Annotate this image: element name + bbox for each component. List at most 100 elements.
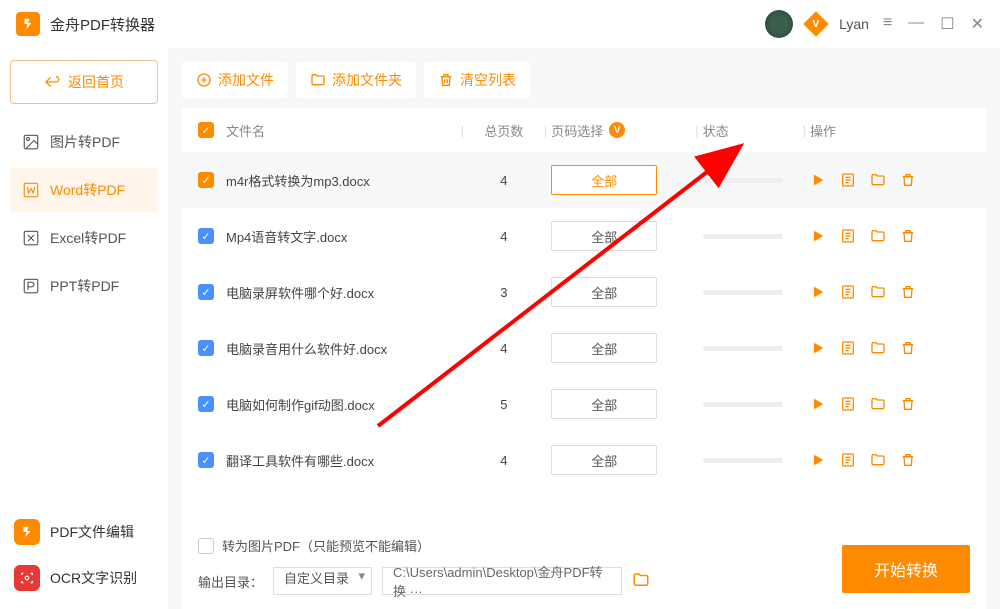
file-name: 翻译工具软件有哪些.docx [226, 451, 456, 470]
clear-list-button[interactable]: 清空列表 [424, 62, 530, 98]
progress-bar [703, 290, 783, 295]
image-icon [22, 133, 40, 151]
tool-label: OCR文字识别 [50, 568, 137, 588]
header-range: 页码选择V [551, 121, 691, 140]
delete-icon[interactable] [900, 228, 916, 244]
folder-row-icon[interactable] [870, 396, 886, 412]
tool-ocr[interactable]: OCR文字识别 [10, 559, 158, 597]
back-label: 返回首页 [68, 72, 124, 92]
file-name: 电脑如何制作gif动图.docx [226, 395, 456, 414]
play-icon[interactable] [810, 340, 826, 356]
nav-excel-to-pdf[interactable]: Excel转PDF [10, 216, 158, 260]
nav-label: 图片转PDF [50, 132, 120, 152]
nav-word-to-pdf[interactable]: Word转PDF [10, 168, 158, 212]
list-icon[interactable] [840, 396, 856, 412]
progress-bar [703, 346, 783, 351]
select-all-checkbox[interactable]: ✓ [198, 122, 214, 138]
row-checkbox[interactable]: ✓ [198, 284, 214, 300]
add-file-button[interactable]: 添加文件 [182, 62, 288, 98]
start-convert-button[interactable]: 开始转换 [842, 545, 970, 593]
row-actions [810, 340, 970, 356]
username: Lyan [839, 16, 869, 32]
page-range-button[interactable]: 全部 [551, 165, 657, 195]
nav-label: PPT转PDF [50, 276, 119, 296]
row-actions [810, 452, 970, 468]
folder-row-icon[interactable] [870, 452, 886, 468]
content: 添加文件 添加文件夹 清空列表 ✓ 文件名 | 总页数 | 页码选择V | 状态 [168, 48, 1000, 609]
progress-bar [703, 458, 783, 463]
progress-bar [703, 178, 783, 183]
row-checkbox[interactable]: ✓ [198, 452, 214, 468]
header-status: 状态 [703, 121, 799, 140]
play-icon[interactable] [810, 452, 826, 468]
nav-label: Word转PDF [50, 180, 125, 200]
nav-ppt-to-pdf[interactable]: PPT转PDF [10, 264, 158, 308]
row-checkbox[interactable]: ✓ [198, 172, 214, 188]
row-checkbox[interactable]: ✓ [198, 228, 214, 244]
file-name: 电脑录音用什么软件好.docx [226, 339, 456, 358]
row-checkbox[interactable]: ✓ [198, 396, 214, 412]
page-count: 4 [468, 453, 540, 468]
header-name: 文件名 [226, 121, 456, 140]
page-count: 4 [468, 173, 540, 188]
output-path-field[interactable]: C:\Users\admin\Desktop\金舟PDF转换 ··· [382, 567, 622, 595]
delete-icon[interactable] [900, 452, 916, 468]
vip-badge-icon: V [803, 11, 828, 36]
page-count: 4 [468, 229, 540, 244]
page-range-button[interactable]: 全部 [551, 445, 657, 475]
output-dir-label: 输出目录： [198, 572, 263, 591]
nav-image-to-pdf[interactable]: 图片转PDF [10, 120, 158, 164]
list-icon[interactable] [840, 172, 856, 188]
folder-row-icon[interactable] [870, 284, 886, 300]
list-icon[interactable] [840, 340, 856, 356]
minimize-icon[interactable]: — [908, 14, 924, 34]
folder-row-icon[interactable] [870, 172, 886, 188]
menu-icon[interactable]: ≡ [883, 14, 892, 34]
folder-row-icon[interactable] [870, 228, 886, 244]
header-pages: 总页数 [468, 121, 540, 140]
app-logo [16, 12, 40, 36]
add-file-label: 添加文件 [218, 70, 274, 90]
add-folder-label: 添加文件夹 [332, 70, 402, 90]
add-folder-button[interactable]: 添加文件夹 [296, 62, 416, 98]
list-icon[interactable] [840, 452, 856, 468]
list-icon[interactable] [840, 228, 856, 244]
table-row: ✓ m4r格式转换为mp3.docx | 4 | 全部 | | [182, 152, 986, 208]
tool-pdf-edit[interactable]: PDF文件编辑 [10, 513, 158, 551]
page-range-button[interactable]: 全部 [551, 389, 657, 419]
row-actions [810, 396, 970, 412]
play-icon[interactable] [810, 396, 826, 412]
close-icon[interactable]: ✕ [971, 14, 984, 34]
delete-icon[interactable] [900, 340, 916, 356]
play-icon[interactable] [810, 172, 826, 188]
table-row: ✓ 电脑如何制作gif动图.docx | 5 | 全部 | | [182, 376, 986, 432]
maximize-icon[interactable]: ☐ [940, 14, 954, 34]
play-icon[interactable] [810, 228, 826, 244]
play-icon[interactable] [810, 284, 826, 300]
page-range-button[interactable]: 全部 [551, 277, 657, 307]
folder-icon [310, 72, 326, 88]
back-button[interactable]: 返回首页 [10, 60, 158, 104]
table-row: ✓ 翻译工具软件有哪些.docx | 4 | 全部 | | [182, 432, 986, 488]
page-count: 4 [468, 341, 540, 356]
list-icon[interactable] [840, 284, 856, 300]
delete-icon[interactable] [900, 284, 916, 300]
avatar[interactable] [765, 10, 793, 38]
output-mode-select[interactable]: 自定义目录 [273, 567, 372, 595]
folder-row-icon[interactable] [870, 340, 886, 356]
table-row: ✓ Mp4语音转文字.docx | 4 | 全部 | | [182, 208, 986, 264]
row-checkbox[interactable]: ✓ [198, 340, 214, 356]
nav-label: Excel转PDF [50, 228, 126, 248]
table-row: ✓ 电脑录音用什么软件好.docx | 4 | 全部 | | [182, 320, 986, 376]
page-count: 3 [468, 285, 540, 300]
page-range-button[interactable]: 全部 [551, 333, 657, 363]
excel-icon [22, 229, 40, 247]
row-actions [810, 172, 970, 188]
delete-icon[interactable] [900, 172, 916, 188]
ocr-icon [14, 565, 40, 591]
browse-folder-button[interactable] [632, 571, 650, 592]
image-pdf-checkbox[interactable] [198, 538, 214, 554]
page-range-button[interactable]: 全部 [551, 221, 657, 251]
delete-icon[interactable] [900, 396, 916, 412]
ppt-icon [22, 277, 40, 295]
